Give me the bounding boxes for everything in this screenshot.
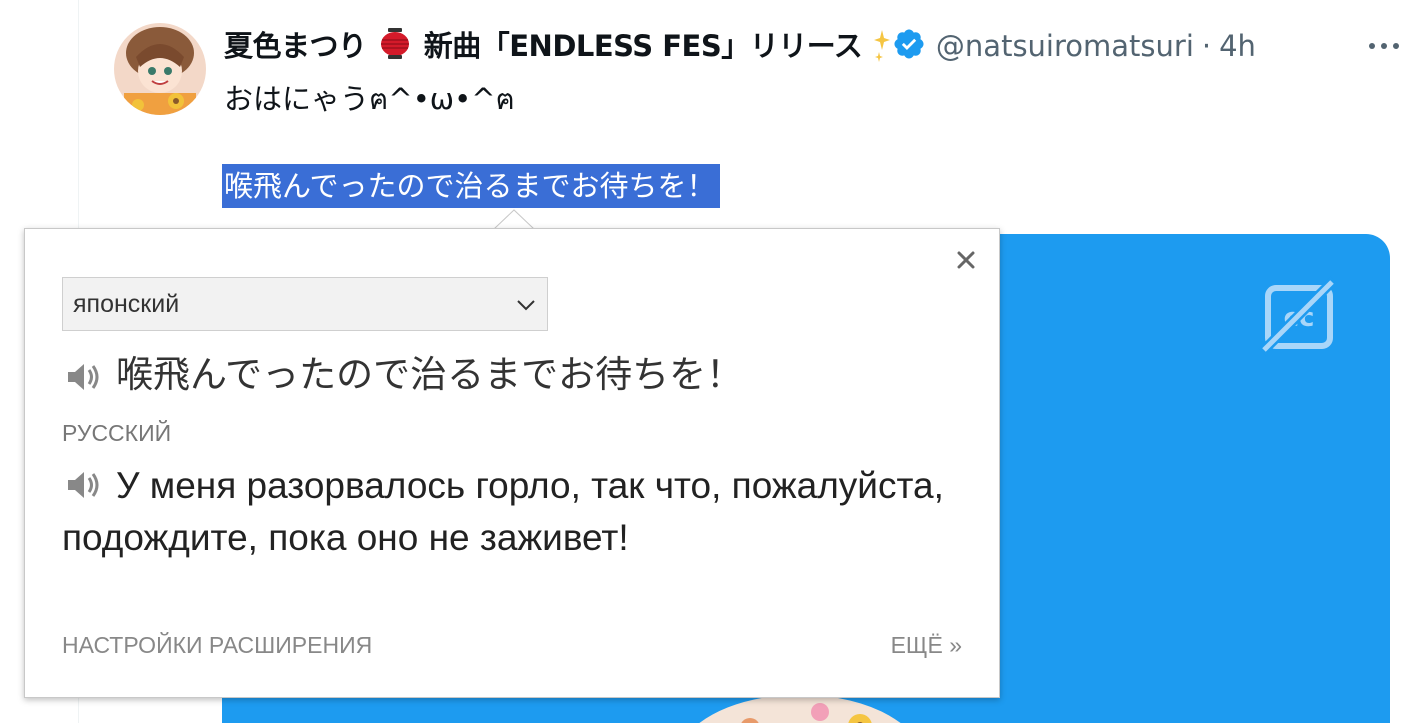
avatar[interactable] xyxy=(114,23,206,115)
more-icon[interactable] xyxy=(1364,32,1404,60)
target-language-label: РУССКИЙ xyxy=(62,420,172,446)
verified-icon[interactable] xyxy=(892,27,926,65)
lantern-icon xyxy=(378,27,412,68)
close-icon[interactable] xyxy=(954,248,978,272)
chevron-down-icon xyxy=(515,294,537,316)
screen: 夏色まつり 新曲「ENDLESS FES」リリース @natsuiromatsu… xyxy=(0,0,1422,723)
display-name-part1: 夏色まつり xyxy=(224,28,367,63)
captions-off-icon[interactable]: cc xyxy=(1258,276,1338,356)
display-name-part2: 新曲「ENDLESS FES」リリース xyxy=(423,28,863,63)
separator-dot: · xyxy=(1201,29,1212,63)
tweet-text-line1: おはにゃうฅ^•ω•^ฅ xyxy=(224,82,515,116)
speaker-icon-source[interactable] xyxy=(64,358,102,396)
translation-text: У меня разорвалось горло, так что, пожал… xyxy=(62,465,944,558)
selected-tweet-text[interactable]: 喉飛んでったので治るまでお待ちを！ xyxy=(222,164,720,208)
source-text: 喉飛んでったので治るまでお待ちを！ xyxy=(116,353,744,396)
tweet-header: 夏色まつり 新曲「ENDLESS FES」リリース @natsuiromatsu… xyxy=(224,24,1404,68)
user-handle[interactable]: @natsuiromatsuri xyxy=(936,29,1194,63)
popup-pointer xyxy=(494,209,534,230)
display-name[interactable]: 夏色まつり 新曲「ENDLESS FES」リリース xyxy=(224,23,890,70)
sparkle-icon xyxy=(873,26,890,69)
source-language-value: японский xyxy=(73,289,180,318)
timestamp[interactable]: 4h xyxy=(1219,29,1256,63)
more-link[interactable]: ЕЩЁ » xyxy=(891,632,962,659)
source-language-select[interactable]: японский xyxy=(62,277,548,331)
extension-settings-link[interactable]: НАСТРОЙКИ РАСШИРЕНИЯ xyxy=(62,632,372,659)
